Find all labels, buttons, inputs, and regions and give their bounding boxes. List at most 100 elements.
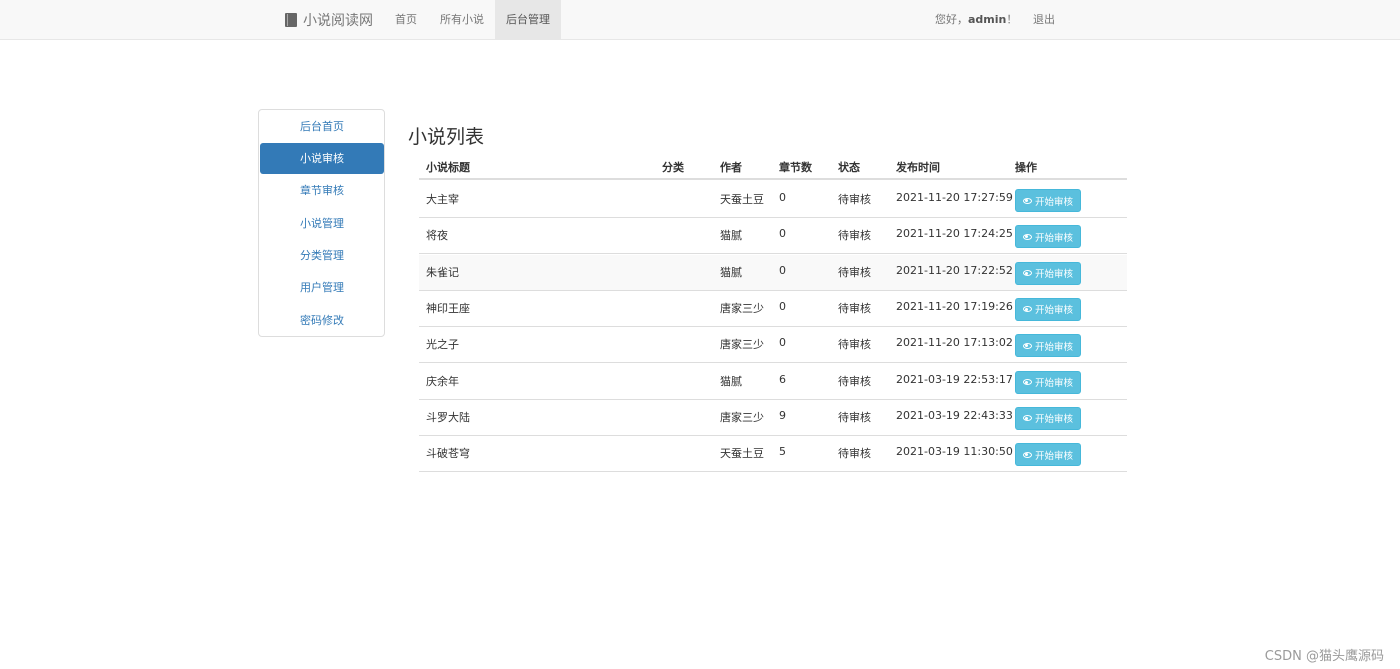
table-row: 斗罗大陆 唐家三少 9 待审核 2021-03-19 22:43:33 开始审核 — [419, 400, 1127, 436]
user-greeting: 您好，admin！ — [935, 0, 1017, 39]
nav-home[interactable]: 首页 — [384, 0, 428, 39]
logout-link[interactable]: 退出 — [1033, 0, 1055, 39]
table-row: 大主宰 天蚕土豆 0 待审核 2021-11-20 17:27:59 开始审核 — [419, 182, 1127, 218]
cell-chapters: 0 — [779, 299, 786, 313]
sidebar-item-change-password[interactable]: 密码修改 — [260, 305, 384, 336]
cell-chapters: 0 — [779, 227, 786, 241]
cell-published: 2021-11-20 17:22:52 — [896, 263, 1013, 277]
eye-icon — [1022, 270, 1032, 277]
greeting-suffix: ！ — [1006, 13, 1018, 26]
cell-author: 唐家三少 — [720, 301, 764, 315]
sidebar-item-category-management[interactable]: 分类管理 — [260, 240, 384, 271]
cell-published: 2021-11-20 17:19:26 — [896, 299, 1013, 313]
cell-published: 2021-11-20 17:13:02 — [896, 336, 1013, 350]
cell-status: 待审核 — [838, 265, 871, 279]
sidebar-item-user-management[interactable]: 用户管理 — [260, 272, 384, 303]
start-review-button[interactable]: 开始审核 — [1015, 297, 1081, 321]
sidebar-item-chapter-review[interactable]: 章节审核 — [260, 175, 384, 206]
cell-title: 斗罗大陆 — [426, 410, 470, 424]
cell-title: 斗破苍穹 — [426, 447, 470, 461]
cell-status: 待审核 — [838, 193, 871, 206]
start-review-button[interactable]: 开始审核 — [1015, 225, 1081, 249]
cell-chapters: 6 — [779, 372, 786, 386]
table-header: 小说标题 分类 作者 章节数 状态 发布时间 操作 — [419, 152, 1127, 180]
nav-admin[interactable]: 后台管理 — [495, 0, 561, 39]
table-row: 将夜 猫腻 0 待审核 2021-11-20 17:24:25 开始审核 — [419, 218, 1127, 255]
cell-author: 天蚕土豆 — [720, 447, 764, 461]
start-review-label: 开始审核 — [1034, 450, 1073, 462]
cell-status: 待审核 — [838, 338, 871, 352]
start-review-button[interactable]: 开始审核 — [1015, 406, 1081, 430]
cell-author: 猫腻 — [720, 229, 742, 243]
admin-sidebar: 后台首页 小说审核 章节审核 小说管理 分类管理 用户管理 密码修改 — [258, 109, 385, 337]
start-review-label: 开始审核 — [1034, 196, 1073, 208]
eye-icon — [1022, 342, 1032, 349]
top-navbar: 小说阅读网 首页 所有小说 后台管理 您好，admin！ 退出 — [0, 0, 1400, 40]
sidebar-item-novel-review[interactable]: 小说审核 — [260, 143, 384, 174]
table-row: 朱雀记 猫腻 0 待审核 2021-11-20 17:22:52 开始审核 — [419, 254, 1127, 291]
nav-all-novels[interactable]: 所有小说 — [429, 0, 495, 39]
eye-icon — [1022, 197, 1032, 204]
cell-status: 待审核 — [838, 374, 871, 388]
cell-chapters: 5 — [779, 445, 786, 459]
cell-status: 待审核 — [838, 301, 871, 315]
table-row: 光之子 唐家三少 0 待审核 2021-11-20 17:13:02 开始审核 — [419, 327, 1127, 364]
cell-title: 庆余年 — [426, 374, 459, 388]
start-review-button[interactable]: 开始审核 — [1015, 261, 1081, 285]
cell-published: 2021-11-20 17:27:59 — [896, 191, 1013, 204]
eye-icon — [1022, 379, 1032, 385]
eye-icon — [1022, 415, 1032, 422]
start-review-button[interactable]: 开始审核 — [1015, 370, 1081, 394]
start-review-button[interactable]: 开始审核 — [1015, 189, 1081, 212]
start-review-label: 开始审核 — [1034, 378, 1073, 389]
sidebar-item-novel-management[interactable]: 小说管理 — [260, 208, 384, 239]
book-icon — [285, 12, 297, 27]
eye-icon — [1022, 306, 1032, 313]
cell-chapters: 0 — [779, 263, 786, 277]
table-row: 庆余年 猫腻 6 待审核 2021-03-19 22:53:17 开始审核 — [419, 364, 1127, 400]
cell-chapters: 0 — [779, 191, 786, 204]
eye-icon — [1022, 233, 1032, 240]
cell-published: 2021-11-20 17:24:25 — [896, 227, 1013, 241]
cell-title: 光之子 — [426, 338, 459, 352]
start-review-label: 开始审核 — [1034, 305, 1073, 317]
start-review-button[interactable]: 开始审核 — [1015, 334, 1081, 358]
cell-title: 朱雀记 — [426, 265, 459, 279]
eye-icon — [1022, 451, 1032, 458]
cell-title: 神印王座 — [426, 301, 470, 315]
sidebar-item-admin-home[interactable]: 后台首页 — [260, 111, 384, 142]
page-title: 小说列表 — [408, 126, 485, 148]
cell-chapters: 0 — [779, 336, 786, 350]
cell-author: 猫腻 — [720, 374, 742, 388]
column-header-published: 发布时间 — [896, 161, 940, 174]
brand-link[interactable]: 小说阅读网 — [285, 0, 373, 39]
start-review-label: 开始审核 — [1034, 414, 1073, 426]
cell-author: 天蚕土豆 — [720, 193, 764, 206]
cell-status: 待审核 — [838, 229, 871, 243]
column-header-title: 小说标题 — [426, 161, 470, 174]
cell-title: 大主宰 — [426, 193, 459, 206]
cell-status: 待审核 — [838, 410, 871, 424]
cell-author: 唐家三少 — [720, 410, 764, 424]
cell-published: 2021-03-19 11:30:50 — [896, 445, 1013, 459]
greeting-prefix: 您好， — [935, 13, 968, 26]
start-review-label: 开始审核 — [1034, 341, 1073, 353]
column-header-author: 作者 — [720, 161, 742, 174]
start-review-label: 开始审核 — [1034, 269, 1073, 281]
column-header-actions: 操作 — [1015, 161, 1037, 174]
start-review-button[interactable]: 开始审核 — [1015, 443, 1081, 467]
cell-chapters: 9 — [779, 408, 786, 422]
brand-label: 小说阅读网 — [303, 12, 373, 29]
start-review-label: 开始审核 — [1034, 232, 1073, 244]
watermark: CSDN @猫头鹰源码 — [1264, 649, 1384, 664]
column-header-status: 状态 — [838, 161, 860, 174]
cell-author: 唐家三少 — [720, 338, 764, 352]
cell-published: 2021-03-19 22:53:17 — [896, 372, 1013, 386]
cell-author: 猫腻 — [720, 265, 742, 279]
table-row: 斗破苍穹 天蚕土豆 5 待审核 2021-03-19 11:30:50 开始审核 — [419, 436, 1127, 473]
table-row: 神印王座 唐家三少 0 待审核 2021-11-20 17:19:26 开始审核 — [419, 291, 1127, 327]
column-header-category: 分类 — [662, 161, 684, 174]
username: admin — [968, 13, 1007, 26]
column-header-chapters: 章节数 — [779, 161, 812, 174]
cell-status: 待审核 — [838, 447, 871, 461]
